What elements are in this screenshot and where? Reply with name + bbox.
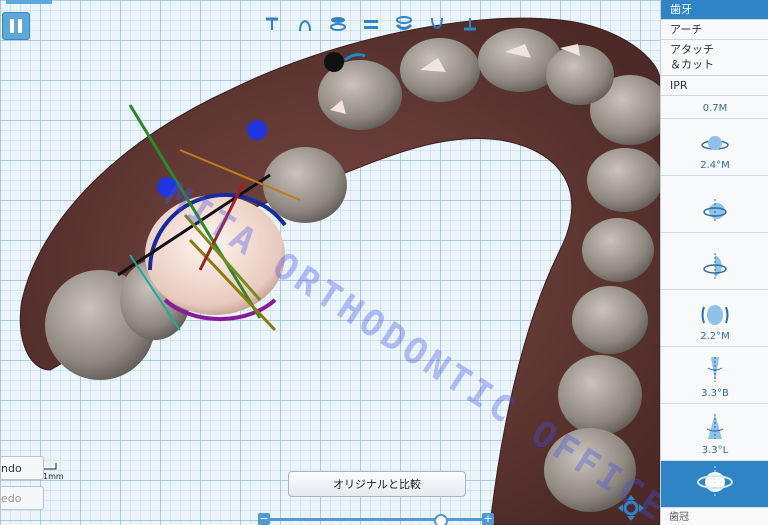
crown-label: 歯冠	[669, 512, 689, 523]
pause-bar	[10, 19, 14, 33]
top-indicator	[6, 0, 52, 4]
redo-button[interactable]: edo	[0, 486, 44, 510]
crown-tool-active[interactable]	[661, 461, 768, 508]
upper-jaw-icon[interactable]	[394, 14, 414, 34]
lower-jaw-icon[interactable]	[427, 14, 447, 34]
right-panel: 歯牙 アーチ アタッチ ＆カット IPR 0.7M 2.4°M 2.2°M 3.3…	[660, 0, 768, 525]
undo-button[interactable]: ndo	[0, 456, 44, 480]
buccal-icon	[707, 357, 723, 382]
arch-icon[interactable]	[295, 14, 315, 34]
rotate-value: 2.4°M	[700, 160, 730, 171]
rotate-item[interactable]: 2.4°M	[661, 119, 768, 176]
torque-item[interactable]	[661, 233, 768, 290]
undo-label: ndo	[1, 461, 22, 475]
timeline-track	[270, 518, 484, 521]
navigation-icon[interactable]	[617, 494, 645, 522]
compare-original-button[interactable]: オリジナルと比較	[288, 471, 466, 497]
timeline-minus-button[interactable]: −	[258, 513, 270, 525]
timeline-slider[interactable]: − +	[258, 512, 496, 525]
buccal-value: 3.3°B	[701, 388, 729, 399]
rotate-icon	[701, 136, 729, 150]
tab-teeth[interactable]: 歯牙	[661, 0, 768, 20]
tip-item[interactable]	[661, 176, 768, 233]
occlusal-view-icon[interactable]	[328, 14, 348, 34]
tab-attachment-line1: アタッチ	[670, 43, 714, 56]
equal-icon[interactable]	[361, 14, 381, 34]
scale-label: 1mm	[43, 472, 64, 481]
bottom-view-icon[interactable]	[460, 14, 480, 34]
pause-bar	[18, 19, 22, 33]
timeline-plus-button[interactable]: +	[482, 513, 494, 525]
tab-attachment-line2: ＆カット	[670, 58, 714, 71]
lingual-icon	[706, 414, 724, 439]
tab-ipr[interactable]: IPR	[661, 76, 768, 96]
move-mesial-value: 0.7M	[702, 103, 728, 114]
tip-icon	[703, 199, 727, 223]
crown-rotate-value: 2.2°M	[700, 331, 730, 342]
tab-attachment[interactable]: アタッチ ＆カット	[661, 40, 768, 76]
3d-viewport[interactable]: MITA ORTHODONTIC OFFICE ndo edo 1mm オリジナ…	[0, 0, 660, 525]
timeline-knob[interactable]	[434, 514, 449, 525]
lingual-item[interactable]: 3.3°L	[661, 404, 768, 461]
scale-bar-icon	[44, 463, 57, 470]
scale-indicator: 1mm	[43, 462, 64, 481]
tab-arch[interactable]: アーチ	[661, 20, 768, 40]
redo-label: edo	[1, 491, 22, 505]
compare-label: オリジナルと比較	[333, 478, 421, 491]
pause-button[interactable]	[2, 12, 30, 40]
buccal-item[interactable]: 3.3°B	[661, 347, 768, 404]
lingual-value: 3.3°L	[701, 445, 729, 456]
torque-icon	[703, 253, 727, 279]
text-align-icon[interactable]	[262, 14, 282, 34]
crown-rotate-icon	[701, 305, 729, 325]
view-toolbar	[262, 14, 480, 34]
move-mesial-item[interactable]: 0.7M	[661, 96, 768, 119]
crown-rotate-item[interactable]: 2.2°M	[661, 290, 768, 347]
crown-tool-icon	[697, 466, 733, 498]
